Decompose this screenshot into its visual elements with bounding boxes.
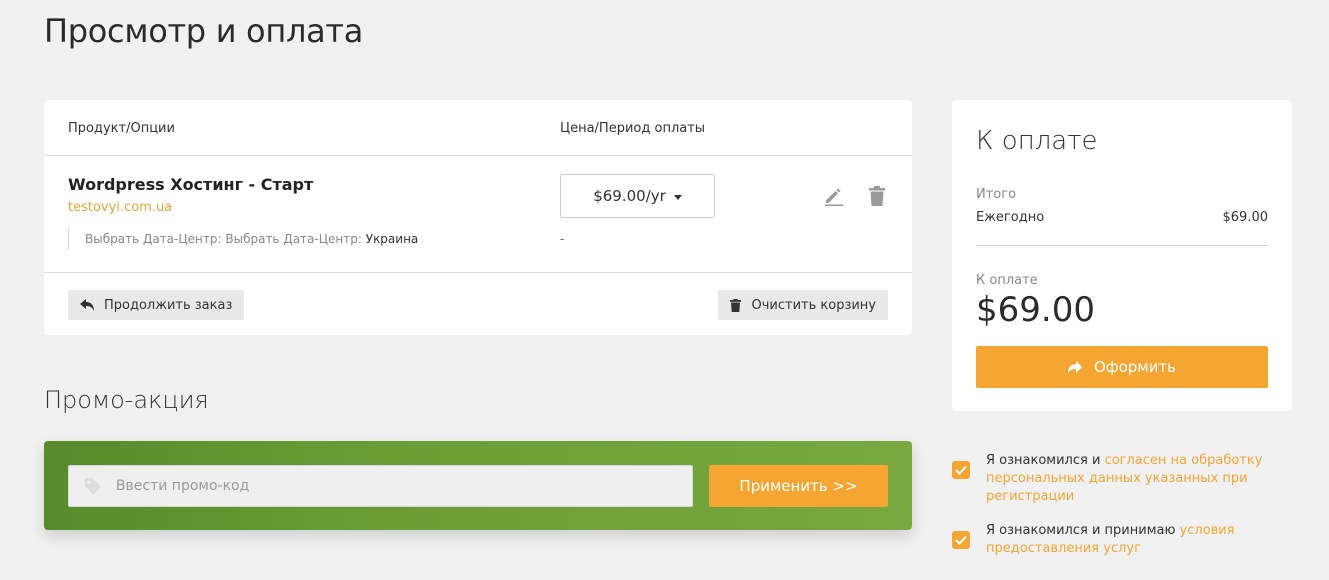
continue-shopping-label: Продолжить заказ: [104, 297, 233, 313]
recurring-line: Ежегодно $69.00: [976, 210, 1268, 225]
trash-icon: [730, 298, 742, 312]
tos-checkbox[interactable]: [952, 531, 970, 549]
cart-panel: Продукт/Опции Цена/Период оплаты Wordpre…: [44, 100, 912, 335]
option-label: Выбрать Дата-Центр: Выбрать Дата-Центр:: [85, 232, 362, 246]
total-due-amount: $69.00: [976, 290, 1095, 330]
summary-title: К оплате: [976, 126, 1098, 156]
product-name: Wordpress Хостинг - Старт: [68, 175, 314, 194]
column-header-product: Продукт/Опции: [68, 121, 175, 136]
column-header-price: Цена/Период оплаты: [560, 121, 706, 136]
edit-item-button[interactable]: [821, 184, 845, 208]
reply-arrow-icon: [80, 299, 94, 311]
order-summary-panel: К оплате Итого Ежегодно $69.00 К оплате …: [952, 100, 1292, 411]
total-due-label: К оплате: [976, 273, 1038, 288]
privacy-text: Я ознакомился и согласен на обработку пе…: [986, 452, 1282, 506]
continue-shopping-button[interactable]: Продолжить заказ: [68, 290, 245, 320]
checkmark-icon: [955, 535, 967, 545]
remove-item-button[interactable]: [865, 184, 889, 208]
privacy-checkbox[interactable]: [952, 461, 970, 479]
checkmark-icon: [955, 465, 967, 475]
agreement-privacy: Я ознакомился и согласен на обработку пе…: [952, 452, 1282, 506]
product-option: Выбрать Дата-Центр: Выбрать Дата-Центр: …: [68, 228, 418, 250]
tag-icon: [84, 478, 101, 495]
cart-item-row: Wordpress Хостинг - Старт testovyi.com.u…: [44, 156, 912, 273]
agreement-tos: Я ознакомился и принимаю условия предост…: [952, 522, 1282, 558]
promo-panel: Применить >>: [44, 441, 912, 530]
page-title: Просмотр и оплата: [44, 12, 364, 50]
promo-title: Промо-акция: [44, 386, 209, 414]
subtotal-label: Итого: [976, 187, 1017, 202]
cart-footer: Продолжить заказ Очистить корзину: [44, 273, 912, 334]
cart-header: Продукт/Опции Цена/Период оплаты: [44, 100, 912, 156]
empty-cart-label: Очистить корзину: [751, 297, 876, 313]
tos-text: Я ознакомился и принимаю условия предост…: [986, 522, 1282, 558]
recurring-period: Ежегодно: [976, 210, 1045, 225]
caret-down-icon: [673, 194, 682, 200]
empty-cart-button[interactable]: Очистить корзину: [718, 290, 888, 320]
promo-code-input[interactable]: [115, 478, 692, 494]
apply-promo-button[interactable]: Применить >>: [709, 465, 888, 507]
recurring-amount: $69.00: [1222, 210, 1269, 225]
promo-input-wrapper: [68, 465, 693, 507]
checkout-label: Оформить: [1094, 358, 1176, 376]
arrow-right-icon: [1068, 361, 1082, 373]
product-domain-link[interactable]: testovyi.com.ua: [68, 200, 172, 215]
billing-cycle-value: $69.00/yr: [593, 187, 666, 205]
summary-divider: [976, 245, 1268, 246]
privacy-prefix: Я ознакомился и: [986, 453, 1105, 468]
tos-prefix: Я ознакомился и принимаю: [986, 523, 1180, 538]
option-price: -: [560, 232, 565, 246]
checkout-button[interactable]: Оформить: [976, 346, 1268, 388]
pencil-icon: [825, 188, 843, 206]
billing-cycle-select[interactable]: $69.00/yr: [560, 174, 715, 218]
trash-icon: [869, 186, 885, 206]
option-value: Украина: [365, 232, 419, 246]
